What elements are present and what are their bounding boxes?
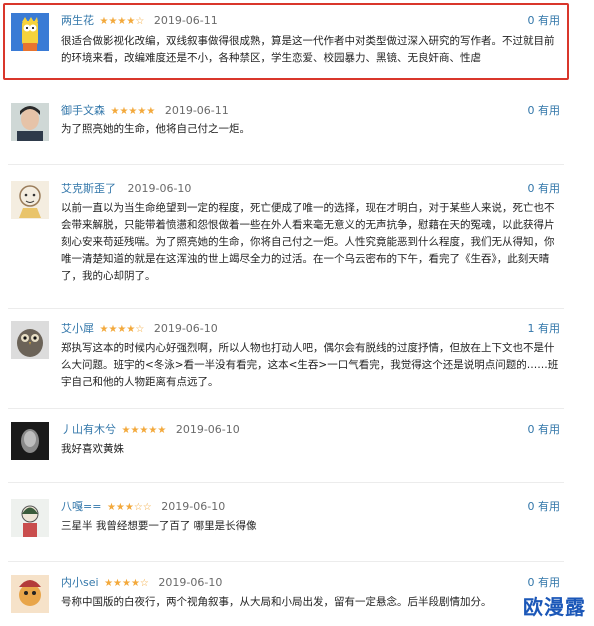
review-header: 八嘎== ★★★☆☆ 2019-06-10 xyxy=(61,499,225,515)
review-date: 2019-06-10 xyxy=(153,322,218,335)
review-header: 丿山有木兮 ★★★★★ 2019-06-10 xyxy=(61,422,240,438)
review-text: 我好喜欢黄姝 xyxy=(61,441,563,458)
review-text-line: 很适合做影视化改编，双线叙事做得很成熟，算是这一代作者中对类型做过深入研究的写作… xyxy=(61,35,555,47)
review-date: 2019-06-10 xyxy=(175,423,240,436)
review-text: 以前一直以为当生命绝望到一定的程度，死亡便成了唯一的选择，现在才明白，对于某些人… xyxy=(61,200,563,285)
author-name[interactable]: 艾小犀 xyxy=(61,322,94,335)
avatar[interactable] xyxy=(11,13,49,51)
divider xyxy=(8,561,564,562)
author-name[interactable]: 两生花 xyxy=(61,14,94,27)
review-text-line: 我好喜欢黄姝 xyxy=(61,443,124,455)
review-header: 两生花 ★★★★☆ 2019-06-11 xyxy=(61,13,218,29)
review-text-line: 唯一清楚知道的就是在这浑浊的世上竭尽全力的过活。在一个乌云密布的下午，看完了《生… xyxy=(61,253,550,265)
author-name[interactable]: 八嘎== xyxy=(61,500,101,513)
useful-button[interactable]: 0 有用 xyxy=(528,13,561,29)
divider xyxy=(8,308,564,309)
review-date: 2019-06-10 xyxy=(127,182,192,195)
rating-stars: ★★★★☆ xyxy=(104,578,149,589)
review-date: 2019-06-11 xyxy=(153,14,218,27)
review-text-line: 的环境来看，改编难度还是不小，各种禁区，学生恋爱、校园暴力、黑镜、无良奸商、性虐 xyxy=(61,52,481,64)
avatar[interactable] xyxy=(11,575,49,613)
review-text: 为了照亮她的生命，他将自己付之一炬。 xyxy=(61,121,563,138)
author-name[interactable]: 艾克斯歪了 xyxy=(61,182,116,195)
useful-button[interactable]: 0 有用 xyxy=(528,181,561,197)
rating-stars: ★★★★☆ xyxy=(99,16,145,27)
watermark: 欧漫露 xyxy=(523,595,586,619)
review-text-line: 么大问题。班宇的<冬泳>看一半没有看完，这本<生吞>一口气看完，我觉得这个还是说… xyxy=(61,359,559,371)
review-text-line: 号称中国版的白夜行，两个视角叙事，从大局和小局出发，留有一定悬念。后半段剧情加分… xyxy=(61,596,492,608)
avatar[interactable] xyxy=(11,181,49,219)
review-header: 内小sei ★★★★☆ 2019-06-10 xyxy=(61,575,222,591)
author-name[interactable]: 内小sei xyxy=(61,576,99,589)
review-text: 号称中国版的白夜行，两个视角叙事，从大局和小局出发，留有一定悬念。后半段剧情加分… xyxy=(61,594,563,611)
useful-button[interactable]: 0 有用 xyxy=(528,575,561,591)
review-text-line: 为了照亮她的生命，他将自己付之一炬。 xyxy=(61,123,250,135)
useful-button[interactable]: 1 有用 xyxy=(528,321,561,337)
avatar[interactable] xyxy=(11,321,49,359)
review-text-line: 以前一直以为当生命绝望到一定的程度，死亡便成了唯一的选择，现在才明白，对于某些人… xyxy=(61,202,555,214)
review-date: 2019-06-11 xyxy=(164,104,229,117)
rating-stars: ★★★★★ xyxy=(110,106,156,117)
author-name[interactable]: 御手文森 xyxy=(61,104,105,117)
review-text: 三星半 我曾经想要一了百了 哪里是长得像 xyxy=(61,518,563,535)
rating-stars: ★★★★★ xyxy=(121,425,167,436)
review-text-line: 宇自己和他的人物距离有点远了。 xyxy=(61,376,219,388)
review-text-line: 会带来解脱，只能带着愤懑和怨恨做着一些在外人看来毫无意义的无声抗争，慰藉在天的冤… xyxy=(61,219,555,231)
review-header: 艾小犀 ★★★★☆ 2019-06-10 xyxy=(61,321,218,337)
review-text-line: 三星半 我曾经想要一了百了 哪里是长得像 xyxy=(61,520,257,532)
divider xyxy=(8,164,564,165)
avatar[interactable] xyxy=(11,499,49,537)
review-date: 2019-06-10 xyxy=(161,500,226,513)
review-text-line: 郑执写这本的时候内心好强烈啊，所以人物也打动人吧，偶尔会有脱线的过度抒情，但放在… xyxy=(61,342,555,354)
review-text: 很适合做影视化改编，双线叙事做得很成熟，算是这一代作者中对类型做过深入研究的写作… xyxy=(61,33,563,67)
author-name[interactable]: 丿山有木兮 xyxy=(61,423,116,436)
review-header: 御手文森 ★★★★★ 2019-06-11 xyxy=(61,103,229,119)
review-text-line: 刻心安来苟延残喘。为了照亮她的生命，你将自己付之一炬。人性究竟能恶到什么程度，我… xyxy=(61,236,555,248)
review-text: 郑执写这本的时候内心好强烈啊，所以人物也打动人吧，偶尔会有脱线的过度抒情，但放在… xyxy=(61,340,563,391)
divider xyxy=(8,482,564,483)
useful-button[interactable]: 0 有用 xyxy=(528,499,561,515)
rating-stars: ★★★☆☆ xyxy=(106,502,152,513)
rating-stars: ★★★★☆ xyxy=(99,324,145,335)
useful-button[interactable]: 0 有用 xyxy=(528,103,561,119)
review-text-line: 了，我的心却阴了。 xyxy=(61,270,156,282)
avatar[interactable] xyxy=(11,422,49,460)
useful-button[interactable]: 0 有用 xyxy=(528,422,561,438)
divider xyxy=(8,408,564,409)
review-date: 2019-06-10 xyxy=(158,576,223,589)
review-header: 艾克斯歪了 2019-06-10 xyxy=(61,181,191,197)
avatar[interactable] xyxy=(11,103,49,141)
